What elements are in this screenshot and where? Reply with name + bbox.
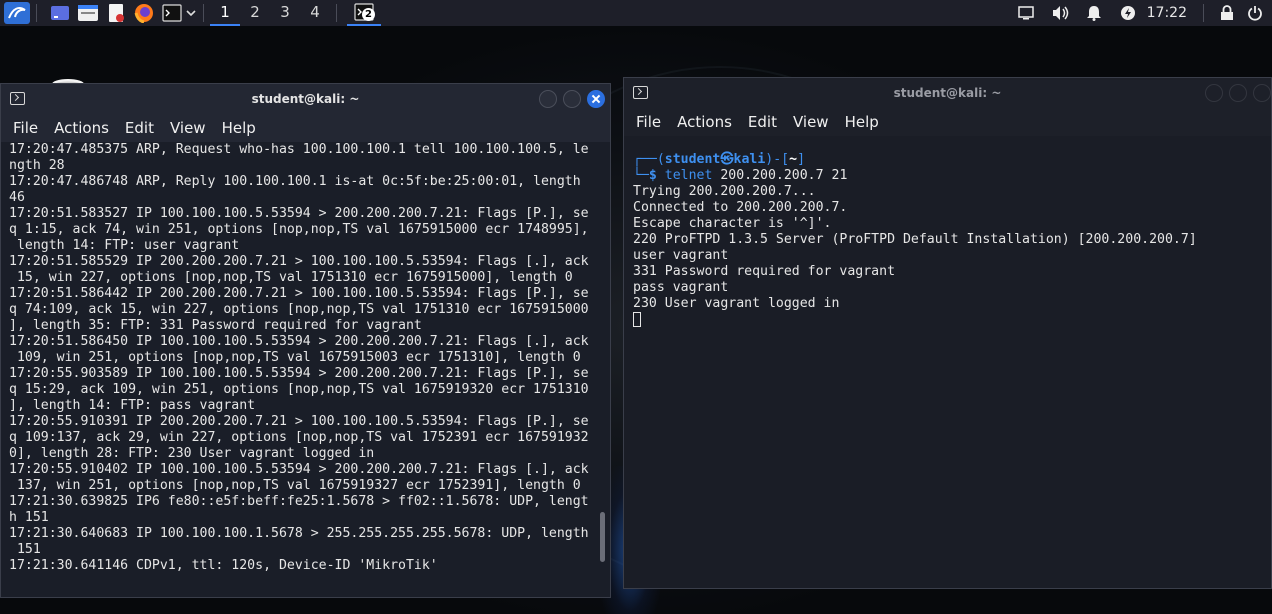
menu-bar: File Actions Edit View Help: [1, 114, 610, 142]
show-desktop-icon[interactable]: [49, 2, 71, 24]
workspace-1[interactable]: 1: [210, 0, 240, 26]
terminal-line: 137, win 251, options [nop,nop,TS val 16…: [9, 478, 581, 493]
terminal-line: 220 ProFTPD 1.3.5 Server (ProFTPD Defaul…: [633, 232, 1197, 247]
prompt-line-1: ┌──(student㉿kali)-[~]: [633, 152, 806, 167]
terminal-line: 17:21:30.639825 IP6 fe80::e5f:beff:fe25:…: [9, 494, 589, 509]
minimize-button[interactable]: [539, 90, 557, 108]
taskbar-terminal-group[interactable]: 2: [347, 0, 381, 26]
terminal-output[interactable]: ┌──(student㉿kali)-[~] └─$ telnet 200.200.…: [624, 136, 1271, 588]
firefox-icon[interactable]: [133, 2, 155, 24]
terminal-window-right[interactable]: student@kali: ~ File Actions Edit View H…: [623, 77, 1272, 589]
terminal-line: Connected to 200.200.200.7.: [633, 200, 848, 215]
terminal-line: 17:21:30.640683 IP 100.100.100.1.5678 > …: [9, 526, 589, 541]
menu-bar: File Actions Edit View Help: [624, 108, 1271, 136]
panel-separator: [36, 4, 37, 22]
terminal-line: pass vagrant: [633, 280, 729, 295]
terminal-line: 46: [9, 190, 25, 205]
menu-actions[interactable]: Actions: [46, 116, 117, 140]
terminal-line: 230 User vagrant logged in: [633, 296, 840, 311]
notifications-bell-icon[interactable]: [1083, 2, 1105, 24]
panel-separator: [1203, 4, 1204, 22]
terminal-line: ngth 28: [9, 158, 65, 173]
terminal-line: q 109:137, ack 29, win 227, options [nop…: [9, 430, 589, 445]
menu-view[interactable]: View: [785, 110, 837, 134]
terminal-line: 17:21:30.641146 CDPv1, ttl: 120s, Device…: [9, 558, 438, 573]
close-button[interactable]: [587, 90, 605, 108]
menu-file[interactable]: File: [5, 116, 46, 140]
terminal-icon: [633, 86, 648, 99]
clock[interactable]: 17:22: [1147, 5, 1187, 21]
terminal-output[interactable]: 17:20:47.485375 ARP, Request who-has 100…: [1, 142, 610, 597]
terminal-line: q 15:29, ack 109, win 251, options [nop,…: [9, 382, 589, 397]
lock-screen-icon[interactable]: [1216, 2, 1238, 24]
terminal-launcher-icon[interactable]: [161, 2, 183, 24]
top-panel: 1 2 3 4 2 17:22: [0, 0, 1272, 26]
terminal-line: 0], length 28: FTP: 230 User vagrant log…: [9, 446, 375, 461]
menu-actions[interactable]: Actions: [669, 110, 740, 134]
window-titlebar[interactable]: student@kali: ~: [1, 84, 610, 114]
terminal-line: 17:20:47.486748 ARP, Reply 100.100.100.1…: [9, 174, 581, 189]
menu-file[interactable]: File: [628, 110, 669, 134]
terminal-line: 17:20:55.910391 IP 200.200.200.7.21 > 10…: [9, 414, 589, 429]
window-count-badge: 2: [362, 8, 375, 21]
menu-edit[interactable]: Edit: [740, 110, 785, 134]
terminal-line: 17:20:51.583527 IP 100.100.100.5.53594 >…: [9, 206, 589, 221]
window-title: student@kali: ~: [893, 86, 1002, 100]
power-manager-icon[interactable]: [1117, 2, 1139, 24]
logout-power-icon[interactable]: [1244, 2, 1266, 24]
minimize-button[interactable]: [1205, 84, 1223, 102]
maximize-button[interactable]: [1229, 84, 1247, 102]
terminal-line: Escape character is '^]'.: [633, 216, 832, 231]
terminal-line: user vagrant: [633, 248, 729, 263]
panel-separator: [336, 4, 337, 22]
menu-help[interactable]: Help: [837, 110, 887, 134]
terminal-line: 17:20:51.585529 IP 200.200.200.7.21 > 10…: [9, 254, 589, 269]
text-cursor: [633, 312, 641, 327]
input-line[interactable]: [633, 312, 1271, 329]
panel-separator: [203, 4, 204, 22]
menu-help[interactable]: Help: [214, 116, 264, 140]
terminal-line: 17:20:47.485375 ARP, Request who-has 100…: [9, 142, 589, 157]
menu-edit[interactable]: Edit: [117, 116, 162, 140]
kali-menu-icon[interactable]: [4, 2, 30, 24]
terminal-line: 17:20:55.910402 IP 100.100.100.5.53594 >…: [9, 462, 589, 477]
menu-view[interactable]: View: [162, 116, 214, 140]
window-titlebar[interactable]: student@kali: ~: [624, 78, 1271, 108]
terminal-line: 17:20:51.586442 IP 200.200.200.7.21 > 10…: [9, 286, 589, 301]
terminal-line: h 151: [9, 510, 49, 525]
file-manager-icon[interactable]: [77, 2, 99, 24]
text-editor-icon[interactable]: [105, 2, 127, 24]
system-tray: 17:22: [1009, 0, 1272, 26]
terminal-line: 151: [9, 542, 41, 557]
scrollbar-thumb[interactable]: [600, 512, 605, 562]
display-icon[interactable]: [1015, 2, 1037, 24]
workspace-3[interactable]: 3: [270, 0, 300, 26]
workspace-2[interactable]: 2: [240, 0, 270, 26]
terminal-line: 331 Password required for vagrant: [633, 264, 896, 279]
prompt-line-2: └─$ telnet 200.200.200.7 21: [633, 168, 848, 183]
workspace-4[interactable]: 4: [300, 0, 330, 26]
command-output: Trying 200.200.200.7... Connected to 200.…: [633, 184, 1271, 312]
chevron-down-icon[interactable]: [185, 2, 197, 24]
terminal-line: 17:20:55.903589 IP 100.100.100.5.53594 >…: [9, 366, 589, 381]
terminal-window-left[interactable]: student@kali: ~ File Actions Edit View H…: [0, 83, 611, 598]
terminal-line: 109, win 251, options [nop,nop,TS val 16…: [9, 350, 581, 365]
window-title: student@kali: ~: [251, 92, 360, 106]
terminal-icon: [10, 92, 25, 105]
terminal-line: q 74:109, ack 15, win 227, options [nop,…: [9, 302, 589, 317]
close-button[interactable]: [1253, 84, 1271, 102]
terminal-line: q 1:15, ack 74, win 251, options [nop,no…: [9, 222, 589, 237]
terminal-line: 15, win 227, options [nop,nop,TS val 175…: [9, 270, 573, 285]
terminal-line: Trying 200.200.200.7...: [633, 184, 816, 199]
terminal-line: 17:20:51.586450 IP 100.100.100.5.53594 >…: [9, 334, 589, 349]
terminal-line: ], length 14: FTP: pass vagrant: [9, 398, 256, 413]
terminal-line: length 14: FTP: user vagrant: [9, 238, 240, 253]
terminal-line: ], length 35: FTP: 331 Password required…: [9, 318, 422, 333]
maximize-button[interactable]: [563, 90, 581, 108]
volume-icon[interactable]: [1049, 2, 1071, 24]
